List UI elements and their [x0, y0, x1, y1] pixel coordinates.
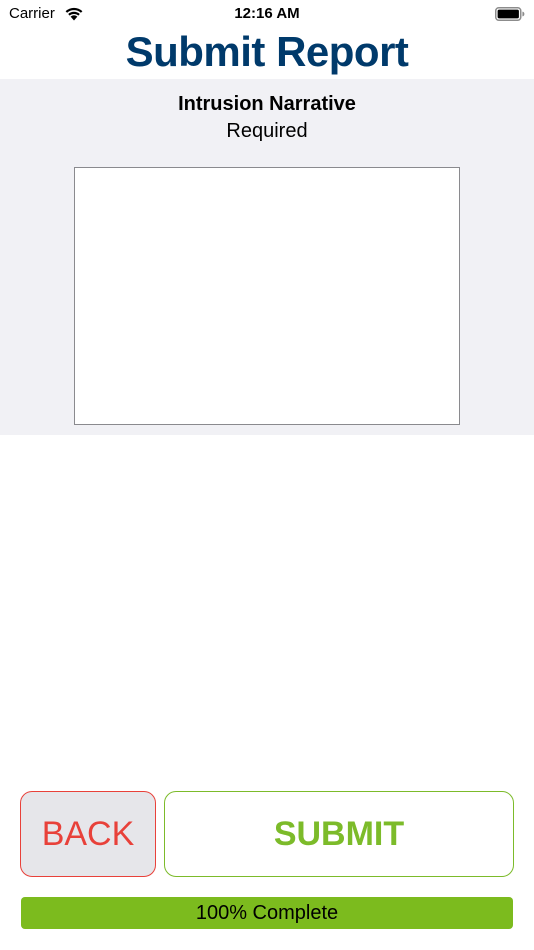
narrative-form-section: Intrusion Narrative Required: [0, 79, 534, 435]
status-bar: Carrier 12:16 AM: [0, 0, 534, 28]
progress-bar: 100% Complete: [21, 897, 513, 929]
back-button[interactable]: BACK: [20, 791, 156, 877]
page-title: Submit Report: [125, 28, 409, 75]
intrusion-narrative-input[interactable]: [74, 167, 460, 425]
progress-label: 100% Complete: [195, 902, 339, 924]
field-required-label: Required: [226, 120, 308, 142]
battery-full-icon: [495, 7, 525, 21]
field-title: Intrusion Narrative: [178, 93, 356, 115]
submit-button[interactable]: SUBMIT: [164, 791, 514, 877]
status-time: 12:16 AM: [234, 5, 300, 22]
